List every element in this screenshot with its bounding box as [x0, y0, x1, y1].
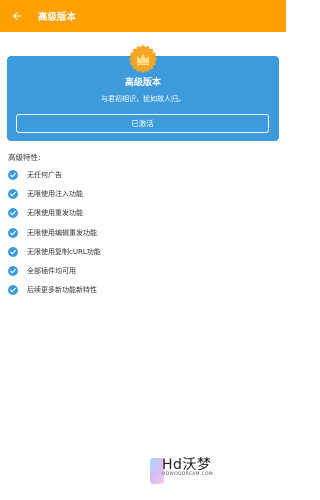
check-circle-icon [8, 246, 18, 257]
list-item: 无限使用编辑重发功能 [8, 223, 278, 242]
feature-label: 后续更多新功能新特性 [27, 286, 97, 295]
list-item: 无限使用重发功能 [8, 204, 278, 223]
arrow-left-icon [13, 12, 21, 20]
list-item: 无限使用复制cURL功能 [8, 242, 278, 261]
watermark-logo: Hd沃梦 [162, 457, 212, 473]
watermark-text: HDWOODREAM.COM [162, 472, 213, 477]
feature-label: 全部插件均可用 [27, 267, 76, 276]
card-subtitle: 与君初相识，犹如故人归。 [101, 95, 185, 103]
feature-label: 无任何广告 [27, 170, 62, 179]
activated-button[interactable]: 已激活 [16, 114, 269, 133]
crown-badge-icon [129, 45, 157, 73]
check-circle-icon [8, 169, 18, 180]
card-title: 高级版本 [124, 78, 161, 88]
check-circle-icon [8, 227, 18, 238]
feature-list: 无任何广告 无限使用注入功能 无限使用重发功能 无限使用编辑重发功能 无限使用复… [8, 165, 278, 300]
features-heading: 高级特性: [8, 153, 41, 162]
check-circle-icon [8, 188, 18, 199]
feature-label: 无限使用重发功能 [27, 209, 83, 218]
feature-label: 无限使用复制cURL功能 [27, 247, 101, 256]
app-bar: 高级版本 [0, 0, 286, 32]
list-item: 全部插件均可用 [8, 261, 278, 280]
list-item: 后续更多新功能新特性 [8, 281, 278, 300]
list-item: 无任何广告 [8, 165, 278, 184]
list-item: 无限使用注入功能 [8, 184, 278, 203]
feature-label: 无限使用编辑重发功能 [27, 228, 97, 237]
check-circle-icon [8, 208, 18, 219]
feature-label: 无限使用注入功能 [27, 189, 83, 198]
watermark: Hd沃梦 HDWOODREAM.COM [150, 454, 260, 494]
back-button[interactable] [2, 0, 32, 32]
check-circle-icon [8, 285, 18, 296]
check-circle-icon [8, 266, 18, 277]
page-title: 高级版本 [38, 12, 77, 23]
